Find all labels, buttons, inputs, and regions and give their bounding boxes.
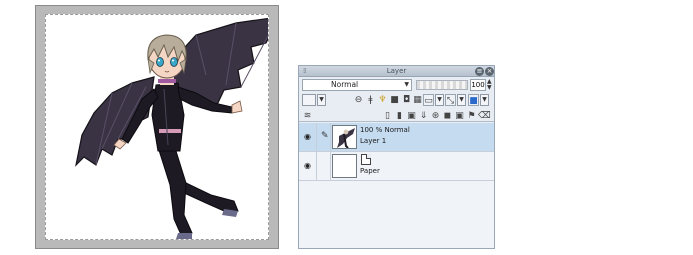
layer-row-layer1[interactable]: ◉ ✎ 100 % Normal Layer 1 bbox=[299, 123, 494, 152]
layer-opacity-mode: 100 % Normal bbox=[360, 126, 410, 134]
eye-icon[interactable]: ◉ bbox=[304, 161, 314, 171]
blend-opacity-row: Normal ▼ 100 ▲ ▼ bbox=[299, 79, 494, 91]
transfer-down-icon[interactable]: ⇓ bbox=[418, 110, 429, 122]
character-illustration bbox=[75, 17, 268, 239]
mask-icon[interactable]: ▭ bbox=[423, 94, 434, 106]
mask-apply-icon[interactable]: ▣ bbox=[454, 110, 465, 122]
eye-icon[interactable]: ◉ bbox=[304, 132, 314, 142]
layer-panel: ⁞⁞ Layer ≡ × Normal ▼ 100 ▲ ▼ ▼ ⊖ ǂ ♆ ■ ◘… bbox=[298, 65, 495, 249]
layer-list: ◉ ✎ 100 % Normal Layer 1 ◉ Paper bbox=[299, 123, 494, 248]
chevron-down-icon: ▼ bbox=[404, 81, 409, 88]
clip-icon[interactable]: ▦ bbox=[412, 94, 423, 106]
mask-add-icon[interactable]: ◼ bbox=[442, 110, 453, 122]
opacity-spinner[interactable]: ▲ ▼ bbox=[487, 79, 492, 91]
reference-icon[interactable]: ǂ bbox=[365, 94, 376, 106]
layer-actions-toolbar: ≋ ▯ ▮ ▣ ⇓ ⊛ ◼ ▣ ⚑ ⌫ bbox=[299, 109, 494, 122]
new-folder-icon[interactable]: ▣ bbox=[406, 110, 417, 122]
opacity-slider[interactable] bbox=[416, 80, 468, 90]
layer-effect-icon[interactable]: ⤡ bbox=[445, 94, 456, 106]
canvas-frame[interactable] bbox=[35, 5, 279, 249]
lock-icon[interactable]: ■ bbox=[389, 94, 400, 106]
new-raster-layer-icon[interactable]: ▯ bbox=[382, 110, 393, 122]
layer-property-toolbar: ▼ ⊖ ǂ ♆ ■ ◘ ▦ ▭ ▼ ⤡ ▼ ■ ▼ bbox=[299, 93, 494, 107]
flag-icon[interactable]: ⚑ bbox=[466, 110, 477, 122]
effect-dropdown[interactable]: ▼ bbox=[457, 94, 466, 106]
opacity-input[interactable]: 100 bbox=[470, 79, 486, 91]
paper-icon bbox=[361, 154, 371, 165]
pen-icon[interactable]: ✎ bbox=[321, 131, 329, 141]
layer-row-paper[interactable]: ◉ Paper bbox=[299, 152, 494, 181]
layer-color-dropdown[interactable]: ▼ bbox=[317, 94, 326, 106]
draft-icon[interactable]: ♆ bbox=[377, 94, 388, 106]
combine-icon[interactable]: ⊛ bbox=[430, 110, 441, 122]
menu-icon[interactable]: ≡ bbox=[475, 67, 484, 76]
trash-icon[interactable]: ⌫ bbox=[478, 110, 491, 122]
new-vector-layer-icon[interactable]: ▮ bbox=[394, 110, 405, 122]
paper-thumbnail bbox=[332, 154, 357, 178]
color-mode-icon[interactable]: ■ bbox=[468, 94, 479, 106]
blend-mode-value: Normal bbox=[331, 80, 359, 89]
layer-panel-title: Layer bbox=[386, 67, 407, 75]
lock-transparency-icon[interactable]: ◘ bbox=[401, 94, 412, 106]
layer-info: 100 % Normal Layer 1 bbox=[360, 125, 410, 147]
canvas-paper[interactable] bbox=[45, 14, 269, 240]
layer-name: Layer 1 bbox=[360, 137, 387, 145]
layer-thumbnail bbox=[332, 125, 357, 149]
close-icon[interactable]: × bbox=[485, 67, 494, 76]
blend-mode-select[interactable]: Normal ▼ bbox=[302, 79, 412, 91]
layer-name: Paper bbox=[360, 167, 380, 175]
layer-color-swatch[interactable] bbox=[302, 94, 316, 106]
mask-dropdown[interactable]: ▼ bbox=[435, 94, 444, 106]
color-mode-dropdown[interactable]: ▼ bbox=[480, 94, 489, 106]
layer-stack-icon[interactable]: ≋ bbox=[302, 110, 313, 122]
ruler-icon[interactable]: ⊖ bbox=[353, 94, 364, 106]
layer-panel-titlebar[interactable]: ⁞⁞ Layer ≡ × bbox=[299, 66, 494, 77]
